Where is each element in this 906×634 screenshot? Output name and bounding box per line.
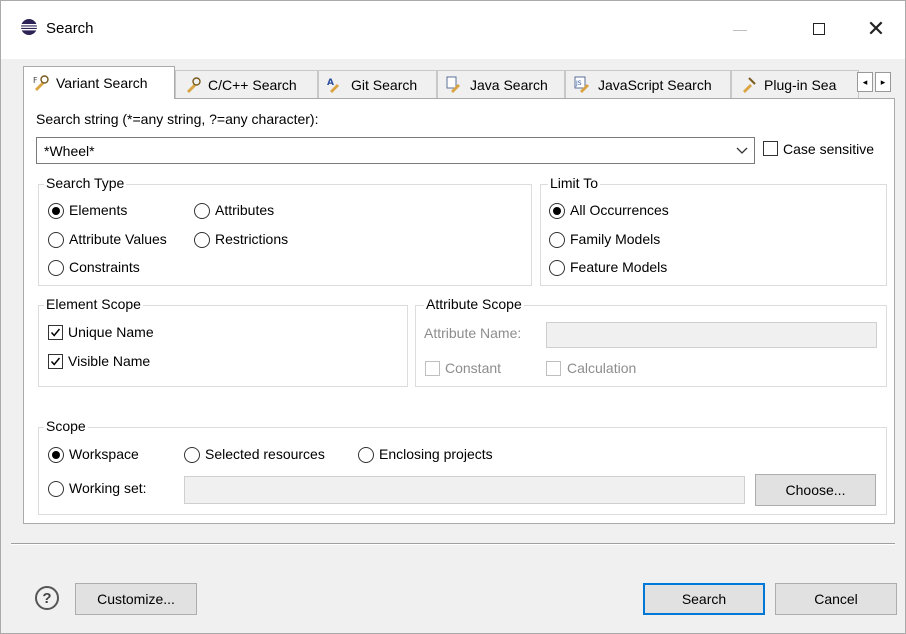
tab-java-search[interactable]: Java Search: [437, 70, 565, 98]
search-type-constraints-radio[interactable]: [48, 260, 64, 276]
tab-javascript-search[interactable]: JS JavaScript Search: [565, 70, 731, 98]
help-icon[interactable]: ?: [35, 586, 59, 610]
attribute-scope-title: Attribute Scope: [424, 296, 524, 312]
search-type-attributes-radio[interactable]: [194, 203, 210, 219]
javascript-search-icon: JS: [574, 76, 589, 93]
limit-to-feature-models-label: Feature Models: [570, 259, 668, 275]
scope-enclosing-projects-radio[interactable]: [358, 447, 374, 463]
eclipse-icon: [21, 19, 37, 35]
search-type-elements-label: Elements: [69, 202, 128, 218]
cancel-button[interactable]: Cancel: [775, 583, 897, 615]
tab-plugin-search[interactable]: Plug-in Sea: [731, 70, 859, 98]
tab-label: Java Search: [470, 76, 548, 93]
variant-search-icon: F: [33, 75, 49, 91]
search-type-attribute-values-radio[interactable]: [48, 232, 64, 248]
search-string-value: *Wheel*: [44, 143, 95, 159]
tab-label: Git Search: [351, 76, 418, 93]
scope-selected-resources-radio[interactable]: [184, 447, 200, 463]
scope-workspace-radio[interactable]: [48, 447, 64, 463]
checkmark-icon: [50, 328, 61, 337]
limit-to-title: Limit To: [548, 175, 600, 191]
svg-text:A: A: [327, 78, 334, 88]
tab-label: C/C++ Search: [208, 76, 297, 93]
tab-label: Variant Search: [56, 75, 148, 91]
git-search-icon: A: [327, 78, 339, 93]
unique-name-checkbox[interactable]: [48, 325, 63, 340]
attribute-name-input[interactable]: [546, 322, 877, 348]
calculation-checkbox[interactable]: [546, 361, 561, 376]
choose-button[interactable]: Choose...: [755, 474, 876, 506]
cpp-search-icon: [187, 76, 201, 93]
search-type-elements-radio[interactable]: [48, 203, 64, 219]
checkmark-icon: [50, 357, 61, 366]
scope-title: Scope: [44, 418, 88, 434]
search-type-attribute-values-label: Attribute Values: [69, 231, 167, 247]
variant-search-panel: Search string (*=any string, ?=any chara…: [23, 98, 895, 524]
scope-selected-resources-label: Selected resources: [205, 446, 325, 462]
element-scope-group: [38, 305, 408, 387]
scope-workspace-label: Workspace: [69, 446, 139, 462]
scope-enclosing-projects-label: Enclosing projects: [379, 446, 493, 462]
limit-to-family-models-radio[interactable]: [549, 232, 565, 248]
title-bar: Search — ✕: [1, 1, 905, 59]
search-string-input[interactable]: *Wheel*: [36, 137, 755, 164]
close-button[interactable]: ✕: [853, 11, 899, 47]
case-sensitive-checkbox[interactable]: [763, 141, 778, 156]
search-string-label: Search string (*=any string, ?=any chara…: [36, 111, 319, 127]
customize-button[interactable]: Customize...: [75, 583, 197, 615]
search-dialog: Search — ✕ F Variant Search C/C++ Search: [0, 0, 906, 634]
search-tabs: F Variant Search C/C++ Search A Git Sear…: [23, 66, 895, 99]
attribute-name-label: Attribute Name:: [424, 325, 522, 341]
limit-to-all-occurrences-label: All Occurrences: [570, 202, 669, 218]
case-sensitive-label: Case sensitive: [783, 141, 875, 157]
search-type-restrictions-radio[interactable]: [194, 232, 210, 248]
plugin-search-icon: [743, 76, 756, 93]
tab-scroll-right-button[interactable]: ▸: [875, 72, 891, 92]
search-type-constraints-label: Constraints: [69, 259, 140, 275]
limit-to-feature-models-radio[interactable]: [549, 260, 565, 276]
search-type-attributes-label: Attributes: [215, 202, 275, 218]
java-search-icon: [446, 76, 460, 93]
minimize-button[interactable]: —: [717, 11, 763, 47]
search-type-title: Search Type: [44, 175, 127, 191]
tab-label: Plug-in Sea: [764, 76, 837, 93]
chevron-down-icon[interactable]: [736, 143, 748, 157]
tab-scroll-left-button[interactable]: ◂: [857, 72, 873, 92]
tab-variant-search[interactable]: F Variant Search: [23, 66, 175, 99]
constant-label: Constant: [445, 360, 502, 376]
search-button[interactable]: Search: [643, 583, 765, 615]
limit-to-family-models-label: Family Models: [570, 231, 661, 247]
scope-working-set-label: Working set:: [69, 480, 147, 496]
scope-working-set-radio[interactable]: [48, 481, 64, 497]
limit-to-all-occurrences-radio[interactable]: [549, 203, 565, 219]
search-type-restrictions-label: Restrictions: [215, 231, 289, 247]
element-scope-title: Element Scope: [44, 296, 143, 312]
working-set-input[interactable]: [184, 476, 745, 504]
footer-separator: [11, 543, 895, 545]
maximize-button[interactable]: [796, 11, 842, 47]
visible-name-checkbox[interactable]: [48, 354, 63, 369]
unique-name-label: Unique Name: [68, 324, 154, 340]
svg-text:JS: JS: [575, 80, 582, 87]
svg-text:F: F: [33, 76, 38, 85]
calculation-label: Calculation: [567, 360, 637, 376]
window-title: Search: [46, 20, 94, 37]
constant-checkbox[interactable]: [425, 361, 440, 376]
tab-git-search[interactable]: A Git Search: [318, 70, 437, 98]
tab-cpp-search[interactable]: C/C++ Search: [175, 70, 318, 98]
tab-label: JavaScript Search: [598, 76, 712, 93]
maximize-icon: [813, 23, 825, 35]
visible-name-label: Visible Name: [68, 353, 151, 369]
